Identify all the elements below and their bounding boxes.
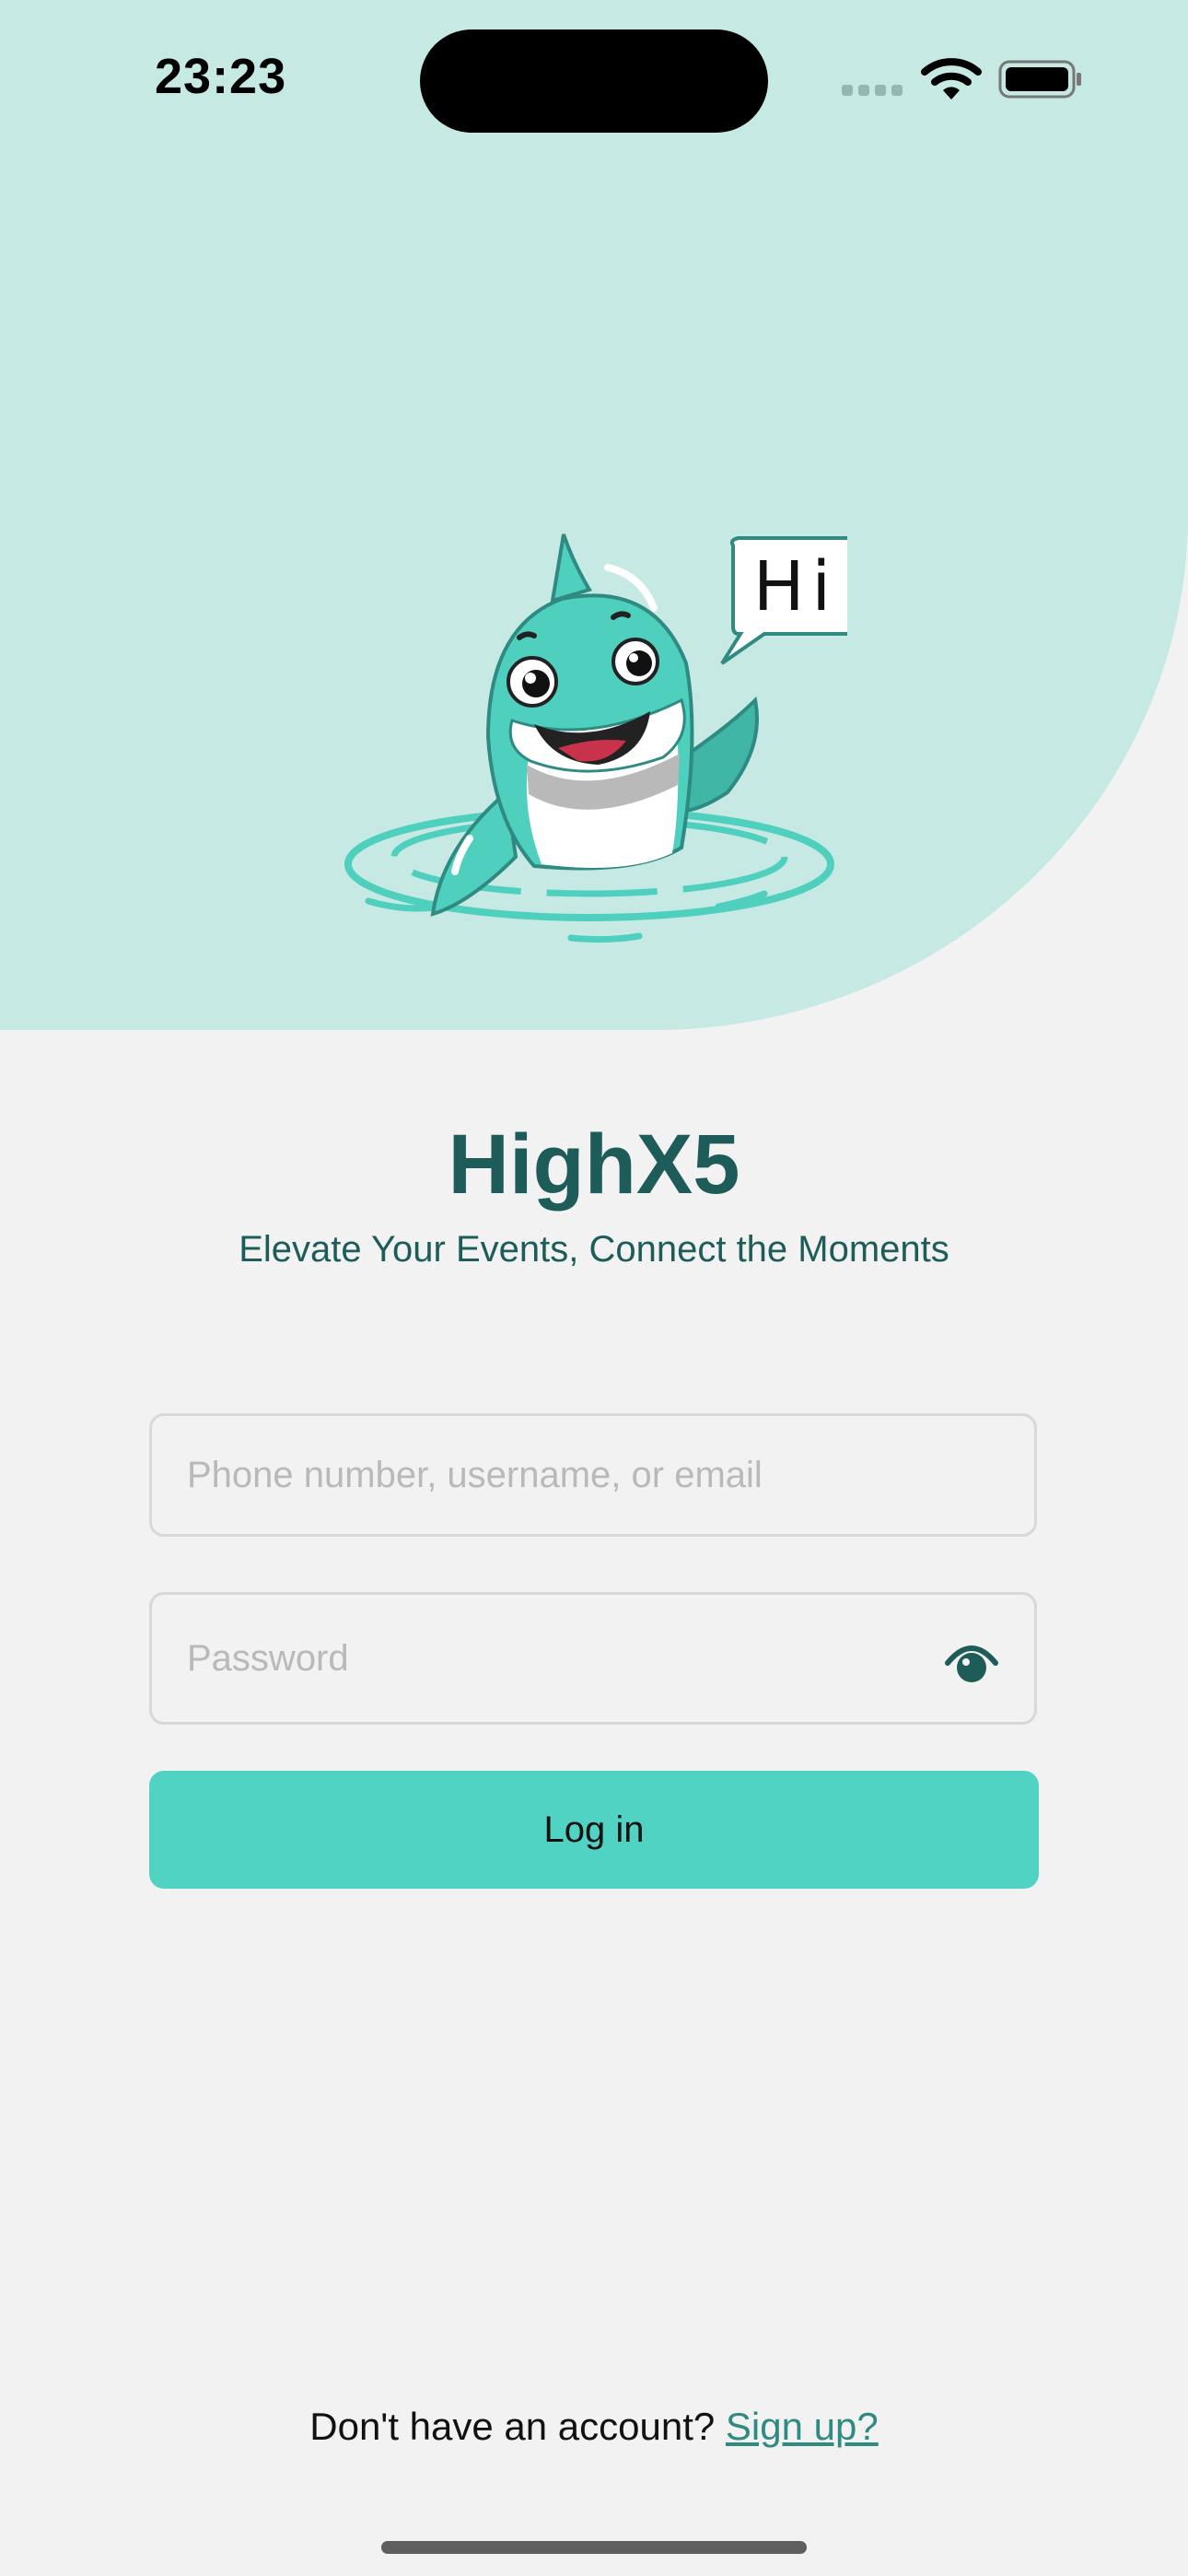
status-time: 23:23 <box>155 49 287 104</box>
dolphin-mascot-illustration: Hi <box>344 533 847 943</box>
identity-field[interactable] <box>149 1413 1037 1537</box>
signup-prompt-text: Don't have an account? <box>309 2405 716 2448</box>
password-input[interactable] <box>187 1595 942 1722</box>
cellular-signal-icon <box>842 85 904 98</box>
eye-icon[interactable] <box>944 1637 999 1685</box>
wifi-icon <box>921 58 982 100</box>
signup-prompt-row: Don't have an account? Sign up? <box>0 2405 1188 2449</box>
signup-link[interactable]: Sign up? <box>726 2405 879 2448</box>
identity-input[interactable] <box>187 1416 942 1534</box>
login-button[interactable]: Log in <box>149 1771 1039 1889</box>
speech-bubble-text: Hi <box>753 547 838 626</box>
app-title: HighX5 <box>448 1118 740 1212</box>
battery-icon <box>998 60 1081 99</box>
password-field[interactable] <box>149 1592 1037 1725</box>
app-tagline: Elevate Your Events, Connect the Moments <box>239 1229 949 1270</box>
home-indicator[interactable] <box>381 2541 807 2554</box>
dynamic-island <box>420 29 768 133</box>
